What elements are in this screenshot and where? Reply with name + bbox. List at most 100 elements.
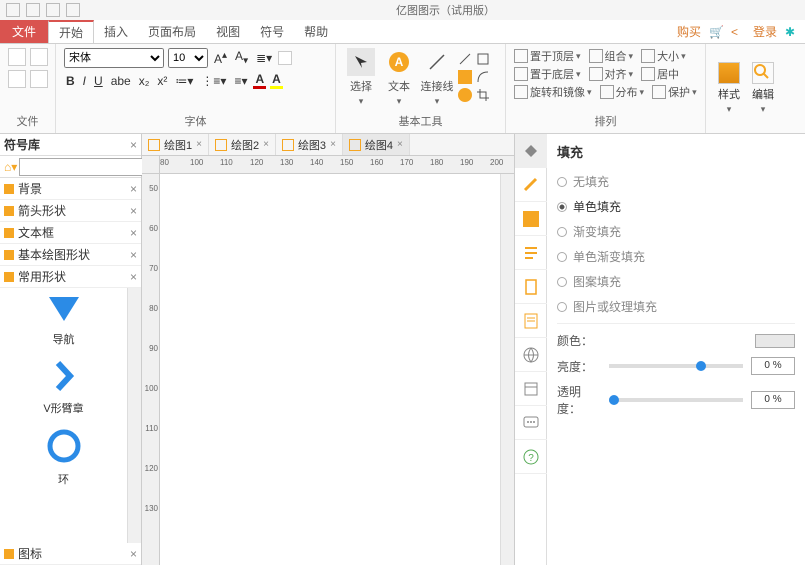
menu-insert[interactable]: 插入 [94, 20, 138, 43]
qat-save-icon[interactable] [6, 3, 20, 17]
symlib-close-icon[interactable]: × [130, 138, 137, 152]
underline-button[interactable]: U [92, 74, 105, 88]
category-icons[interactable]: 图标× [0, 543, 141, 565]
prop-tab-fill[interactable] [515, 134, 547, 168]
close-icon[interactable]: × [130, 204, 137, 218]
fill-option-gradient[interactable]: 渐变填充 [557, 223, 795, 240]
arc-shape-icon[interactable] [476, 70, 490, 84]
tab-drawing2[interactable]: 绘图2× [209, 134, 276, 155]
close-icon[interactable]: × [130, 547, 137, 561]
tab-drawing4[interactable]: 绘图4× [343, 134, 410, 155]
category-common-shapes[interactable]: 常用形状× [0, 266, 141, 288]
align-icon[interactable]: ≡▾ [232, 74, 249, 88]
bring-front-button[interactable]: 置于顶层▾ [514, 48, 581, 64]
copy-icon[interactable] [8, 70, 26, 88]
line-shape-icon[interactable] [458, 52, 472, 66]
font-family-select[interactable]: 宋体 [64, 48, 164, 68]
prop-tab-doc[interactable] [515, 304, 547, 338]
line-spacing-icon[interactable]: ≣▾ [254, 51, 274, 65]
text-tool[interactable]: A 文本 ▾ [382, 48, 416, 111]
close-icon[interactable]: × [330, 139, 336, 150]
symbol-ring[interactable]: 环 [0, 422, 127, 493]
category-background[interactable]: 背景× [0, 178, 141, 200]
fill-circle-icon[interactable] [458, 88, 472, 102]
connector-tool[interactable]: 连接线 ▾ [420, 48, 454, 111]
prop-tab-help[interactable]: ? [515, 440, 547, 474]
symbol-list[interactable]: 导航 V形臂章 环 [0, 288, 127, 543]
qat-undo-icon[interactable] [26, 3, 40, 17]
close-icon[interactable]: × [263, 139, 269, 150]
close-icon[interactable]: × [130, 248, 137, 262]
menu-view[interactable]: 视图 [206, 20, 250, 43]
fill-option-mono-gradient[interactable]: 单色渐变填充 [557, 248, 795, 265]
login-link[interactable]: 登录 [753, 23, 777, 40]
qat-redo-icon[interactable] [46, 3, 60, 17]
close-icon[interactable]: × [130, 226, 137, 240]
font-size-select[interactable]: 10 [168, 48, 208, 68]
category-textbox[interactable]: 文本框× [0, 222, 141, 244]
fill-rect-icon[interactable] [458, 70, 472, 84]
tab-drawing3[interactable]: 绘图3× [276, 134, 343, 155]
close-icon[interactable]: × [130, 182, 137, 196]
font-grow-icon[interactable]: A▴ [212, 50, 229, 66]
prop-tab-comment[interactable] [515, 406, 547, 440]
category-arrow-shapes[interactable]: 箭头形状× [0, 200, 141, 222]
center-button[interactable]: 居中 [641, 66, 679, 82]
ruler-horizontal[interactable]: 80 100 110 120 130 140 150 160 170 180 1… [160, 156, 514, 174]
edit-button[interactable]: 编辑▾ [748, 48, 778, 129]
symbol-chevron[interactable]: V形臂章 [0, 353, 127, 422]
brush-icon[interactable] [30, 48, 48, 66]
protect-button[interactable]: 保护▾ [652, 84, 697, 100]
close-icon[interactable]: × [196, 139, 202, 150]
select-tool[interactable]: 选择 ▾ [344, 48, 378, 111]
prop-tab-web[interactable] [515, 338, 547, 372]
opacity-slider[interactable] [609, 398, 743, 402]
prop-tab-line[interactable] [515, 168, 547, 202]
rotate-button[interactable]: 旋转和镜像▾ [514, 84, 592, 100]
opacity-value[interactable]: 0 % [751, 391, 795, 409]
rect-shape-icon[interactable] [476, 52, 490, 66]
tab-drawing1[interactable]: 绘图1× [142, 134, 209, 155]
fill-option-none[interactable]: 无填充 [557, 173, 795, 190]
fill-option-solid[interactable]: 单色填充 [557, 198, 795, 215]
menu-page-layout[interactable]: 页面布局 [138, 20, 206, 43]
distribute-button[interactable]: 分布▾ [600, 84, 645, 100]
style-button[interactable]: 样式▾ [714, 48, 744, 129]
bullets-icon[interactable]: ≔▾ [173, 74, 195, 88]
menu-help[interactable]: 帮助 [294, 20, 338, 43]
italic-button[interactable]: I [81, 74, 88, 88]
align-button[interactable]: 对齐▾ [589, 66, 634, 82]
prop-tab-layers[interactable] [515, 372, 547, 406]
prop-tab-text[interactable] [515, 236, 547, 270]
symbol-nav[interactable]: 导航 [0, 288, 127, 353]
home-icon[interactable]: ⌂▾ [4, 160, 17, 174]
size-button[interactable]: 大小▾ [641, 48, 686, 64]
paste-icon[interactable] [8, 48, 26, 66]
font-more-icon[interactable] [278, 51, 292, 65]
numbering-icon[interactable]: ⋮≡▾ [199, 74, 228, 88]
menu-symbols[interactable]: 符号 [250, 20, 294, 43]
font-color-icon[interactable]: A [253, 72, 266, 89]
fill-option-picture[interactable]: 图片或纹理填充 [557, 298, 795, 315]
strike-button[interactable]: abe [109, 74, 133, 88]
buy-link[interactable]: 购买 [677, 23, 701, 40]
drawing-canvas[interactable] [160, 174, 500, 565]
close-icon[interactable]: × [397, 139, 403, 150]
fill-option-pattern[interactable]: 图案填充 [557, 273, 795, 290]
subscript-button[interactable]: x₂ [137, 74, 152, 88]
canvas-scrollbar[interactable] [500, 174, 514, 565]
category-basic-drawing[interactable]: 基本绘图形状× [0, 244, 141, 266]
bold-button[interactable]: B [64, 74, 77, 88]
close-icon[interactable]: × [130, 270, 137, 284]
font-shrink-icon[interactable]: A▾ [233, 49, 250, 66]
menu-file[interactable]: 文件 [0, 20, 48, 43]
symlib-scrollbar[interactable] [127, 288, 141, 543]
prop-tab-page[interactable] [515, 270, 547, 304]
send-back-button[interactable]: 置于底层▾ [514, 66, 581, 82]
group-button[interactable]: 组合▾ [589, 48, 634, 64]
menu-start[interactable]: 开始 [48, 20, 94, 43]
brightness-slider[interactable] [609, 364, 743, 368]
brightness-value[interactable]: 0 % [751, 357, 795, 375]
superscript-button[interactable]: x² [155, 74, 169, 88]
ruler-vertical[interactable]: 50 60 70 80 90 100 110 120 130 [142, 174, 160, 565]
